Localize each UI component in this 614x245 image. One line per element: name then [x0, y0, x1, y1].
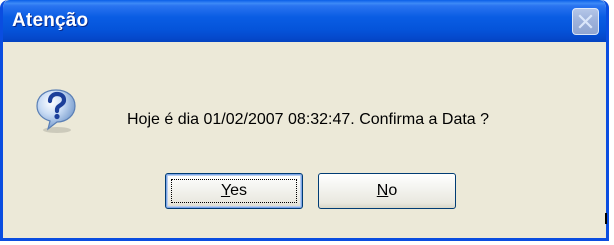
edge-mark: [605, 213, 607, 224]
close-icon: [578, 14, 593, 29]
no-button-label: No: [377, 182, 397, 200]
yes-label-rest: es: [230, 182, 248, 199]
dialog-window: Atenção Hoje é dia 01/02/2007 08:32:47. …: [0, 0, 609, 241]
close-button[interactable]: [572, 8, 599, 35]
title-bar[interactable]: Atenção: [3, 0, 606, 42]
yes-button-label: Yes: [221, 182, 247, 200]
no-label-rest: o: [388, 182, 398, 199]
no-button[interactable]: No: [318, 173, 456, 209]
window-title: Atenção: [12, 10, 89, 31]
no-mnemonic: N: [376, 182, 389, 199]
yes-mnemonic: Y: [220, 182, 231, 199]
confirm-message: Hoje é dia 01/02/2007 08:32:47. Confirma…: [127, 111, 490, 128]
yes-button[interactable]: Yes: [165, 173, 303, 209]
dialog-body: Hoje é dia 01/02/2007 08:32:47. Confirma…: [3, 42, 606, 238]
question-icon: [36, 89, 76, 133]
